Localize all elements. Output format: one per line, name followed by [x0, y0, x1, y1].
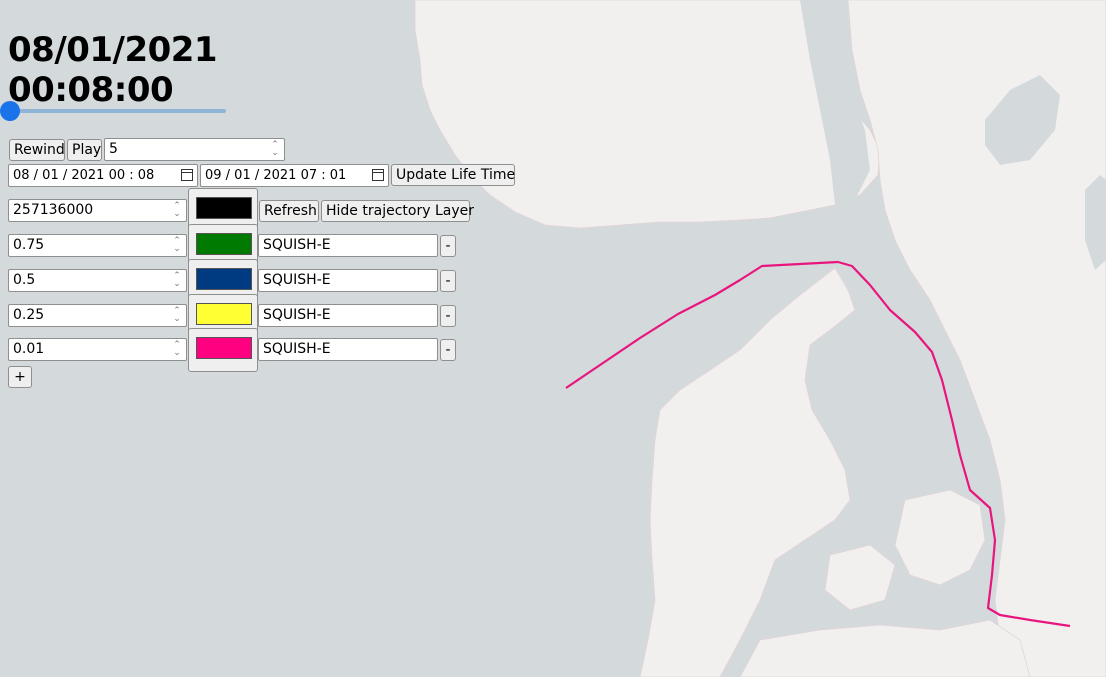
- color-swatch: [196, 268, 252, 290]
- refresh-button[interactable]: Refresh: [259, 200, 319, 222]
- update-life-time-button[interactable]: Update Life Time: [391, 164, 515, 186]
- tolerance-input[interactable]: 0.01 ⌃ ⌄: [8, 338, 187, 361]
- tolerance-spinner-icon[interactable]: ⌃ ⌄: [172, 272, 182, 289]
- add-layer-button[interactable]: +: [8, 366, 32, 388]
- algorithm-value: SQUISH-E: [263, 272, 331, 288]
- vessel-id-value: 257136000: [13, 202, 94, 218]
- tolerance-value: 0.25: [13, 307, 45, 323]
- time-slider[interactable]: [0, 100, 230, 122]
- id-spinner-icon[interactable]: ⌃ ⌄: [172, 202, 182, 219]
- rewind-button[interactable]: Rewind: [9, 139, 65, 161]
- calendar-icon[interactable]: [372, 169, 384, 181]
- color-swatch: [196, 233, 252, 255]
- algorithm-value: SQUISH-E: [263, 237, 331, 253]
- algorithm-input[interactable]: SQUISH-E: [258, 269, 438, 292]
- start-datetime-input[interactable]: 08 / 01 / 2021 00 : 08: [8, 164, 198, 187]
- color-swatch: [196, 197, 252, 219]
- remove-layer-button[interactable]: -: [440, 305, 456, 327]
- tolerance-value: 0.5: [13, 272, 36, 288]
- remove-layer-button[interactable]: -: [440, 270, 456, 292]
- speed-spinner-icon[interactable]: ⌃ ⌄: [270, 141, 280, 158]
- algorithm-input[interactable]: SQUISH-E: [258, 338, 438, 361]
- algorithm-value: SQUISH-E: [263, 341, 331, 357]
- tolerance-spinner-icon[interactable]: ⌃ ⌄: [172, 307, 182, 324]
- tolerance-value: 0.01: [13, 341, 45, 357]
- tolerance-input[interactable]: 0.5 ⌃ ⌄: [8, 269, 187, 292]
- calendar-icon[interactable]: [181, 169, 193, 181]
- tolerance-input[interactable]: 0.75 ⌃ ⌄: [8, 234, 187, 257]
- color-swatch: [196, 303, 252, 325]
- tolerance-spinner-icon[interactable]: ⌃ ⌄: [172, 237, 182, 254]
- play-button[interactable]: Play: [67, 139, 102, 161]
- speed-value: 5: [109, 141, 118, 157]
- remove-layer-button[interactable]: -: [440, 339, 456, 361]
- slider-track[interactable]: [8, 109, 226, 113]
- layer-color-picker[interactable]: [188, 328, 258, 372]
- algorithm-value: SQUISH-E: [263, 307, 331, 323]
- start-datetime-value: 08 / 01 / 2021 00 : 08: [13, 168, 155, 183]
- vessel-id-input[interactable]: 257136000 ⌃ ⌄: [8, 199, 187, 222]
- tolerance-spinner-icon[interactable]: ⌃ ⌄: [172, 341, 182, 358]
- tolerance-input[interactable]: 0.25 ⌃ ⌄: [8, 304, 187, 327]
- hide-trajectory-layer-button[interactable]: Hide trajectory Layer: [321, 200, 474, 222]
- slider-thumb[interactable]: [0, 101, 20, 121]
- end-datetime-input[interactable]: 09 / 01 / 2021 07 : 01: [200, 164, 389, 187]
- color-swatch: [196, 337, 252, 359]
- end-datetime-value: 09 / 01 / 2021 07 : 01: [205, 168, 347, 183]
- timestamp-title: 08/01/2021 00:08:00: [8, 30, 218, 110]
- speed-input[interactable]: 5 ⌃ ⌄: [104, 138, 285, 161]
- algorithm-input[interactable]: SQUISH-E: [258, 234, 438, 257]
- tolerance-value: 0.75: [13, 237, 45, 253]
- remove-layer-button[interactable]: -: [440, 235, 456, 257]
- algorithm-input[interactable]: SQUISH-E: [258, 304, 438, 327]
